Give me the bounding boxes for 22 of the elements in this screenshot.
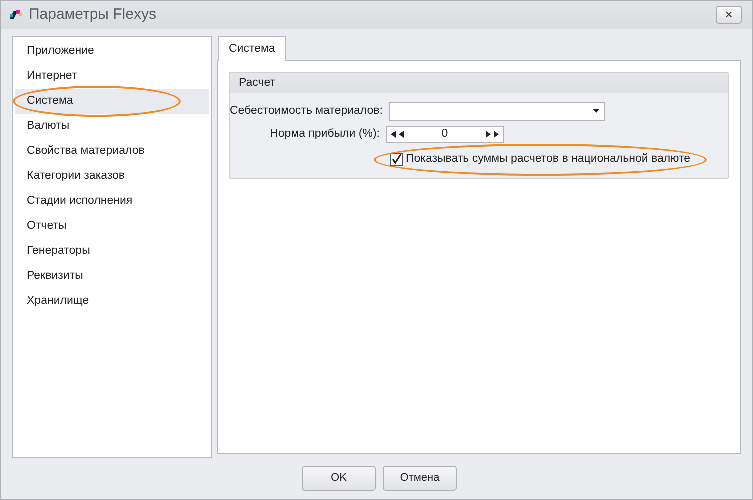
- sidebar-item[interactable]: Отчеты: [15, 214, 209, 239]
- sidebar-item[interactable]: Реквизиты: [15, 264, 209, 289]
- sidebar-item[interactable]: Валюты: [15, 114, 209, 139]
- group-title: Расчет: [230, 72, 728, 93]
- sidebar-item[interactable]: Интернет: [15, 64, 209, 89]
- sidebar-item[interactable]: Категории заказов: [15, 164, 209, 189]
- sidebar-item[interactable]: Стадии исполнения: [15, 188, 209, 214]
- tab[interactable]: Система: [218, 36, 286, 61]
- sidebar-item[interactable]: Свойства материалов: [15, 138, 209, 164]
- window-title: Параметры Flexys: [29, 6, 158, 24]
- spin-value: 0: [440, 128, 450, 140]
- sidebar-item[interactable]: Система: [15, 88, 209, 114]
- sidebar-item[interactable]: Генераторы: [15, 238, 209, 264]
- cancel-button[interactable]: Отмена: [383, 466, 457, 491]
- ok-button[interactable]: OK: [302, 466, 376, 491]
- close-button[interactable]: ×: [716, 6, 742, 24]
- checkbox-label: Показывать суммы расчетов в национальной валюте: [406, 153, 690, 166]
- field-label: Себестоимость материалов:: [230, 105, 383, 118]
- field-label: Норма прибыли (%):: [269, 128, 380, 140]
- spin-field[interactable]: 0: [386, 126, 504, 143]
- sidebar-item[interactable]: Приложение: [15, 38, 209, 64]
- sidebar-item[interactable]: Хранилище: [15, 288, 209, 314]
